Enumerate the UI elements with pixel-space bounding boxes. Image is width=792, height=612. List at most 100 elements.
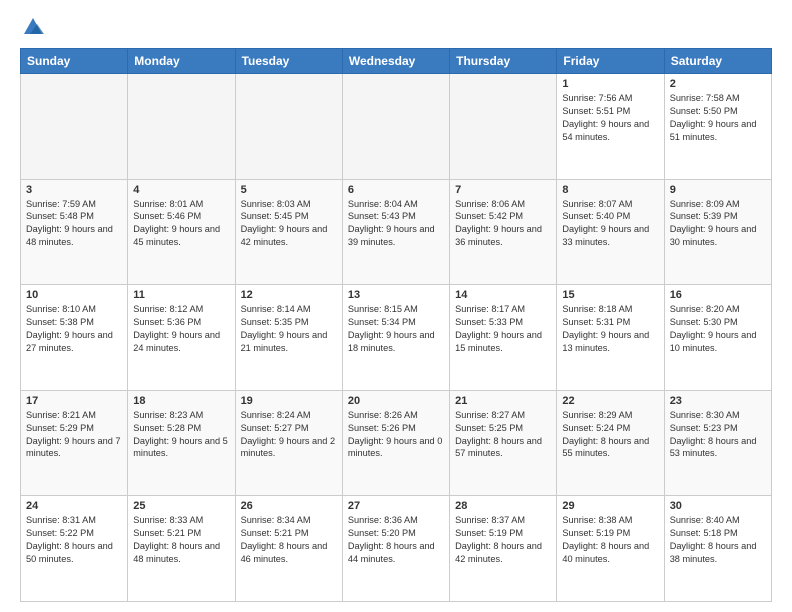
day-info: Sunrise: 8:15 AMSunset: 5:34 PMDaylight:… — [348, 303, 444, 355]
day-info: Sunrise: 8:07 AMSunset: 5:40 PMDaylight:… — [562, 198, 658, 250]
day-info: Sunrise: 8:29 AMSunset: 5:24 PMDaylight:… — [562, 409, 658, 461]
day-cell: 9Sunrise: 8:09 AMSunset: 5:39 PMDaylight… — [664, 179, 771, 285]
day-info: Sunrise: 8:04 AMSunset: 5:43 PMDaylight:… — [348, 198, 444, 250]
day-info: Sunrise: 8:24 AMSunset: 5:27 PMDaylight:… — [241, 409, 337, 461]
day-number: 17 — [26, 395, 122, 407]
day-info: Sunrise: 8:17 AMSunset: 5:33 PMDaylight:… — [455, 303, 551, 355]
page: SundayMondayTuesdayWednesdayThursdayFrid… — [0, 0, 792, 612]
day-number: 3 — [26, 184, 122, 196]
day-number: 19 — [241, 395, 337, 407]
day-cell: 5Sunrise: 8:03 AMSunset: 5:45 PMDaylight… — [235, 179, 342, 285]
week-row-0: 1 Sunrise: 7:56 AMSunset: 5:51 PMDaylight… — [21, 74, 772, 180]
day-cell: 3 Sunrise: 7:59 AMSunset: 5:48 PMDaylight… — [21, 179, 128, 285]
day-cell: 26 Sunrise: 8:34 AMSunset: 5:21 PMDayligh… — [235, 496, 342, 602]
day-cell: 21 Sunrise: 8:27 AMSunset: 5:25 PMDayligh… — [450, 390, 557, 496]
day-info: Sunrise: 8:14 AMSunset: 5:35 PMDaylight:… — [241, 303, 337, 355]
day-cell — [128, 74, 235, 180]
day-number: 27 — [348, 500, 444, 512]
day-number: 30 — [670, 500, 766, 512]
day-info: Sunrise: 8:10 AMSunset: 5:38 PMDaylight:… — [26, 303, 122, 355]
day-number: 12 — [241, 289, 337, 301]
day-cell: 6Sunrise: 8:04 AMSunset: 5:43 PMDaylight… — [342, 179, 449, 285]
week-row-3: 17 Sunrise: 8:21 AMSunset: 5:29 PMDayligh… — [21, 390, 772, 496]
day-cell: 28 Sunrise: 8:37 AMSunset: 5:19 PMDayligh… — [450, 496, 557, 602]
day-cell — [21, 74, 128, 180]
day-cell: 12 Sunrise: 8:14 AMSunset: 5:35 PMDayligh… — [235, 285, 342, 391]
day-cell: 24 Sunrise: 8:31 AMSunset: 5:22 PMDayligh… — [21, 496, 128, 602]
day-number: 11 — [133, 289, 229, 301]
day-info: Sunrise: 8:34 AMSunset: 5:21 PMDaylight:… — [241, 514, 337, 566]
day-cell: 18Sunrise: 8:23 AMSunset: 5:28 PMDayligh… — [128, 390, 235, 496]
day-number: 28 — [455, 500, 551, 512]
day-info: Sunrise: 8:18 AMSunset: 5:31 PMDaylight:… — [562, 303, 658, 355]
day-info: Sunrise: 8:36 AMSunset: 5:20 PMDaylight:… — [348, 514, 444, 566]
day-info: Sunrise: 8:20 AMSunset: 5:30 PMDaylight:… — [670, 303, 766, 355]
weekday-header-friday: Friday — [557, 49, 664, 74]
day-cell: 17 Sunrise: 8:21 AMSunset: 5:29 PMDayligh… — [21, 390, 128, 496]
day-cell — [342, 74, 449, 180]
calendar-body: 1 Sunrise: 7:56 AMSunset: 5:51 PMDaylight… — [21, 74, 772, 602]
week-row-4: 24 Sunrise: 8:31 AMSunset: 5:22 PMDayligh… — [21, 496, 772, 602]
day-cell: 1 Sunrise: 7:56 AMSunset: 5:51 PMDaylight… — [557, 74, 664, 180]
calendar: SundayMondayTuesdayWednesdayThursdayFrid… — [20, 48, 772, 602]
day-cell — [235, 74, 342, 180]
day-info: Sunrise: 8:06 AMSunset: 5:42 PMDaylight:… — [455, 198, 551, 250]
day-cell: 2 Sunrise: 7:58 AMSunset: 5:50 PMDaylight… — [664, 74, 771, 180]
day-number: 7 — [455, 184, 551, 196]
day-number: 18 — [133, 395, 229, 407]
day-info: Sunrise: 8:31 AMSunset: 5:22 PMDaylight:… — [26, 514, 122, 566]
day-cell: 19 Sunrise: 8:24 AMSunset: 5:27 PMDayligh… — [235, 390, 342, 496]
day-info: Sunrise: 7:59 AMSunset: 5:48 PMDaylight:… — [26, 198, 122, 250]
day-info: Sunrise: 8:26 AMSunset: 5:26 PMDaylight:… — [348, 409, 444, 461]
day-cell: 11Sunrise: 8:12 AMSunset: 5:36 PMDayligh… — [128, 285, 235, 391]
day-cell: 10Sunrise: 8:10 AMSunset: 5:38 PMDayligh… — [21, 285, 128, 391]
day-info: Sunrise: 8:01 AMSunset: 5:46 PMDaylight:… — [133, 198, 229, 250]
day-number: 13 — [348, 289, 444, 301]
day-number: 1 — [562, 78, 658, 90]
day-info: Sunrise: 7:56 AMSunset: 5:51 PMDaylight:… — [562, 92, 658, 144]
weekday-header-thursday: Thursday — [450, 49, 557, 74]
day-cell: 14 Sunrise: 8:17 AMSunset: 5:33 PMDayligh… — [450, 285, 557, 391]
day-number: 9 — [670, 184, 766, 196]
calendar-header: SundayMondayTuesdayWednesdayThursdayFrid… — [21, 49, 772, 74]
weekday-row: SundayMondayTuesdayWednesdayThursdayFrid… — [21, 49, 772, 74]
day-number: 21 — [455, 395, 551, 407]
day-number: 16 — [670, 289, 766, 301]
day-info: Sunrise: 8:21 AMSunset: 5:29 PMDaylight:… — [26, 409, 122, 461]
day-info: Sunrise: 8:37 AMSunset: 5:19 PMDaylight:… — [455, 514, 551, 566]
day-number: 15 — [562, 289, 658, 301]
week-row-2: 10Sunrise: 8:10 AMSunset: 5:38 PMDayligh… — [21, 285, 772, 391]
logo — [20, 16, 44, 38]
logo-icon — [22, 16, 44, 38]
day-cell — [450, 74, 557, 180]
day-number: 8 — [562, 184, 658, 196]
week-row-1: 3 Sunrise: 7:59 AMSunset: 5:48 PMDaylight… — [21, 179, 772, 285]
day-cell: 22 Sunrise: 8:29 AMSunset: 5:24 PMDayligh… — [557, 390, 664, 496]
day-number: 24 — [26, 500, 122, 512]
day-cell: 8 Sunrise: 8:07 AMSunset: 5:40 PMDaylight… — [557, 179, 664, 285]
day-number: 5 — [241, 184, 337, 196]
day-info: Sunrise: 7:58 AMSunset: 5:50 PMDaylight:… — [670, 92, 766, 144]
day-info: Sunrise: 8:27 AMSunset: 5:25 PMDaylight:… — [455, 409, 551, 461]
day-cell: 15 Sunrise: 8:18 AMSunset: 5:31 PMDayligh… — [557, 285, 664, 391]
day-info: Sunrise: 8:40 AMSunset: 5:18 PMDaylight:… — [670, 514, 766, 566]
day-info: Sunrise: 8:38 AMSunset: 5:19 PMDaylight:… — [562, 514, 658, 566]
day-cell: 16 Sunrise: 8:20 AMSunset: 5:30 PMDayligh… — [664, 285, 771, 391]
day-cell: 29 Sunrise: 8:38 AMSunset: 5:19 PMDayligh… — [557, 496, 664, 602]
day-number: 14 — [455, 289, 551, 301]
day-cell: 27 Sunrise: 8:36 AMSunset: 5:20 PMDayligh… — [342, 496, 449, 602]
weekday-header-monday: Monday — [128, 49, 235, 74]
day-cell: 30 Sunrise: 8:40 AMSunset: 5:18 PMDayligh… — [664, 496, 771, 602]
day-number: 29 — [562, 500, 658, 512]
day-number: 4 — [133, 184, 229, 196]
day-cell: 20Sunrise: 8:26 AMSunset: 5:26 PMDayligh… — [342, 390, 449, 496]
header — [20, 16, 772, 38]
day-cell: 7 Sunrise: 8:06 AMSunset: 5:42 PMDaylight… — [450, 179, 557, 285]
day-number: 23 — [670, 395, 766, 407]
day-info: Sunrise: 8:33 AMSunset: 5:21 PMDaylight:… — [133, 514, 229, 566]
day-number: 2 — [670, 78, 766, 90]
weekday-header-wednesday: Wednesday — [342, 49, 449, 74]
day-number: 26 — [241, 500, 337, 512]
day-number: 22 — [562, 395, 658, 407]
day-number: 25 — [133, 500, 229, 512]
